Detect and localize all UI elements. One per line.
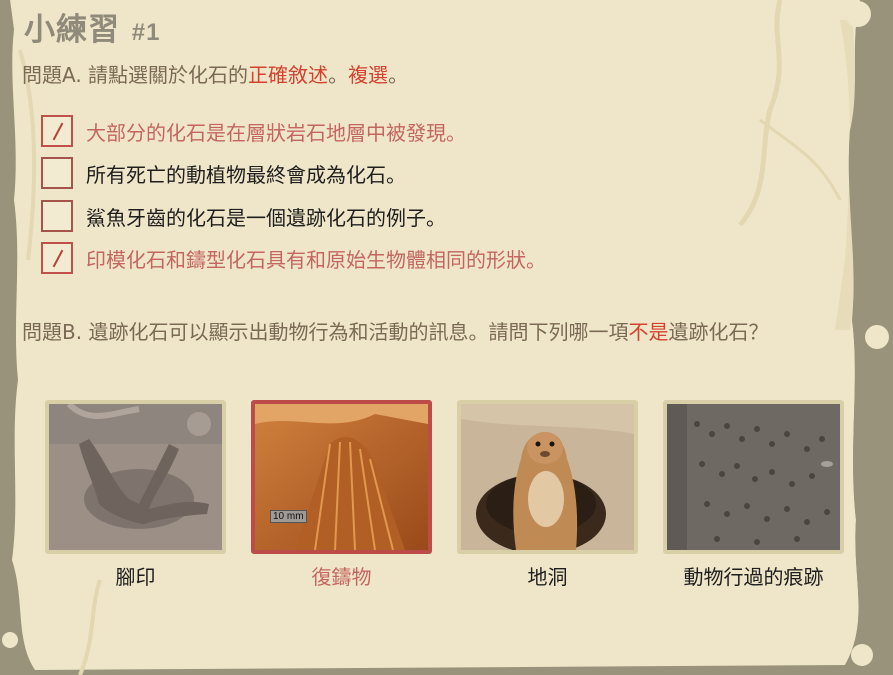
option-1[interactable]: 大部分的化石是在層狀岩石地層中被發現。 xyxy=(41,113,466,149)
checkbox-checked-icon[interactable] xyxy=(41,115,73,147)
question-a-prompt: 問題A. 請點選關於化石的正確敘述。複選。 xyxy=(22,60,408,91)
choice-cast[interactable]: 10 mm xyxy=(251,400,432,554)
question-b-end: 遺跡化石？ xyxy=(668,320,769,344)
cast-fossil-image xyxy=(255,404,428,550)
question-a-multi-select-note: 複選 xyxy=(348,63,389,87)
page-title: 小練習 #1 xyxy=(24,4,161,49)
question-b-prompt: 問題B. 遺跡化石可以顯示出動物行為和活動的訊息。請問下列哪一項不是遺跡化石？ xyxy=(22,317,872,348)
option-label: 印模化石和鑄型化石具有和原始生物體相同的形狀。 xyxy=(86,247,546,272)
choice-footprint-label: 腳印 xyxy=(115,565,156,589)
question-b-text: . 遺跡化石可以顯示出動物行為和活動的訊息。請問下列哪一項 xyxy=(75,320,629,344)
option-2[interactable]: 所有死亡的動植物最終會成為化石。 xyxy=(41,155,406,191)
question-a-letter: A xyxy=(62,63,76,87)
footprint-image xyxy=(49,404,222,550)
exercise-content: 小練習 #1 問題A. 請點選關於化石的正確敘述。複選。 大部分的化石是在層狀岩… xyxy=(0,0,893,675)
checkbox-checked-icon[interactable] xyxy=(41,242,73,274)
question-b-letter: B xyxy=(62,320,76,344)
choice-tracks[interactable] xyxy=(663,400,844,554)
choice-cast-label: 復鑄物 xyxy=(311,565,372,589)
option-label: 所有死亡的動植物最終會成為化石。 xyxy=(86,162,406,187)
prairie-dog-burrow-image xyxy=(461,404,634,550)
choice-burrow[interactable] xyxy=(457,400,638,554)
animal-tracks-image xyxy=(667,404,840,550)
choice-burrow-label: 地洞 xyxy=(527,565,568,589)
title-number: #1 xyxy=(131,19,161,46)
title-text: 小練習 xyxy=(24,12,120,48)
option-label: 大部分的化石是在層狀岩石地層中被發現。 xyxy=(86,120,466,145)
choice-footprint[interactable] xyxy=(45,400,226,554)
choice-tracks-label: 動物行過的痕跡 xyxy=(683,565,824,589)
checkbox-icon[interactable] xyxy=(41,200,73,232)
option-3[interactable]: 鯊魚牙齒的化石是一個遺跡化石的例子。 xyxy=(41,198,446,234)
question-a-prefix: 問題 xyxy=(22,63,62,87)
checkbox-icon[interactable] xyxy=(41,157,73,189)
question-a-punct: 。 xyxy=(328,63,349,87)
option-label: 鯊魚牙齒的化石是一個遺跡化石的例子。 xyxy=(86,205,446,230)
question-a-highlight: 正確敘述 xyxy=(248,63,329,87)
scale-label: 10 mm xyxy=(270,510,307,523)
question-a-text: . 請點選關於化石的 xyxy=(75,63,249,87)
question-b-highlight: 不是 xyxy=(628,320,669,344)
option-4[interactable]: 印模化石和鑄型化石具有和原始生物體相同的形狀。 xyxy=(41,240,546,276)
question-a-end: 。 xyxy=(388,63,409,87)
question-b-prefix: 問題 xyxy=(22,320,62,344)
